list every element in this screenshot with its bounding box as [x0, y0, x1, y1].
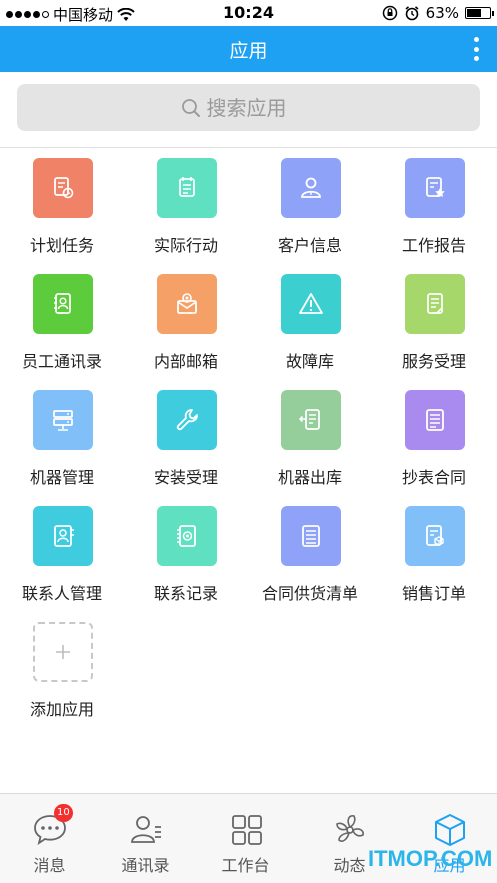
activity-icon [300, 812, 399, 848]
app-label: 故障库 [285, 352, 334, 371]
app-label: 内部邮箱 [153, 352, 218, 371]
app-label: 销售订单 [401, 584, 466, 603]
app-label: 安装受理 [153, 468, 218, 487]
search-input[interactable] [206, 95, 317, 120]
app-item-meter-contract[interactable]: 抄表合同 [372, 382, 496, 498]
meter-contract-icon [405, 390, 465, 450]
app-label: 机器出库 [277, 468, 342, 487]
battery-percent: 63% [425, 4, 459, 22]
app-item-work-report[interactable]: 工作报告 [372, 150, 496, 266]
rotation-lock-icon [382, 5, 397, 21]
app-label: 联系记录 [153, 584, 218, 603]
workbench-icon [196, 812, 295, 848]
search-section [0, 72, 497, 148]
app-label: 工作报告 [401, 236, 466, 255]
employee-contacts-icon [33, 274, 93, 334]
nav-item-message[interactable]: 10 消息 [0, 794, 99, 883]
contact-record-icon [157, 506, 217, 566]
app-item-fault-library[interactable]: 故障库 [248, 266, 372, 382]
watermark: ITMOP.COM [368, 846, 493, 871]
plan-task-icon [33, 158, 93, 218]
app-label: 联系人管理 [21, 584, 102, 603]
app-item-contract-supply[interactable]: 合同供货清单 [248, 498, 372, 614]
app-label: 抄表合同 [401, 468, 466, 487]
app-item-customer-info[interactable]: 客户信息 [248, 150, 372, 266]
app-label: 服务受理 [401, 352, 466, 371]
work-report-icon [405, 158, 465, 218]
install-acceptance-icon [157, 390, 217, 450]
nav-item-contacts[interactable]: 通讯录 [96, 794, 195, 883]
app-label: 计划任务 [29, 236, 94, 255]
contact-manage-icon [33, 506, 93, 566]
fault-library-icon [281, 274, 341, 334]
apps-cube-icon [400, 812, 497, 848]
page-title: 应用 [229, 40, 268, 62]
contract-supply-icon [281, 506, 341, 566]
nav-label: 消息 [33, 856, 66, 875]
service-acceptance-icon [405, 274, 465, 334]
alarm-icon [405, 6, 419, 21]
app-item-install-acceptance[interactable]: 安装受理 [124, 382, 248, 498]
app-item-sales-order[interactable]: 销售订单 [372, 498, 496, 614]
battery-fill [467, 9, 481, 17]
search-box[interactable] [17, 84, 480, 131]
app-label: 合同供货清单 [261, 584, 358, 603]
app-item-plan-task[interactable]: 计划任务 [0, 150, 124, 266]
actual-action-icon [157, 158, 217, 218]
message-icon [0, 812, 99, 848]
app-item-service-acceptance[interactable]: 服务受理 [372, 266, 496, 382]
sales-order-icon [405, 506, 465, 566]
app-item-machine-outbound[interactable]: 机器出库 [248, 382, 372, 498]
app-item-employee-contacts[interactable]: 员工通讯录 [0, 266, 124, 382]
internal-mail-icon [157, 274, 217, 334]
search-icon [181, 98, 200, 117]
app-label: 员工通讯录 [21, 352, 102, 371]
app-item-internal-mail[interactable]: 内部邮箱 [124, 266, 248, 382]
app-label: 实际行动 [153, 236, 218, 255]
contacts-icon [96, 812, 195, 848]
unread-badge: 10 [54, 804, 73, 822]
nav-label: 通讯录 [121, 856, 170, 875]
machine-outbound-icon [281, 390, 341, 450]
app-item-machine-manage[interactable]: 机器管理 [0, 382, 124, 498]
customer-info-icon [281, 158, 341, 218]
app-item-contact-manage[interactable]: 联系人管理 [0, 498, 124, 614]
app-label: 机器管理 [29, 468, 94, 487]
nav-item-workbench[interactable]: 工作台 [196, 794, 295, 883]
app-item-contact-record[interactable]: 联系记录 [124, 498, 248, 614]
status-bar: 中国移动 10:24 63% [0, 0, 497, 26]
status-right: 63% [382, 4, 494, 22]
app-item-add[interactable]: 添加应用 [0, 614, 124, 730]
more-options-icon[interactable] [473, 37, 479, 61]
app-header: 应用 [0, 26, 497, 72]
machine-manage-icon [33, 390, 93, 450]
add-icon [33, 622, 93, 682]
app-label: 添加应用 [29, 700, 94, 719]
app-item-actual-action[interactable]: 实际行动 [124, 150, 248, 266]
nav-label: 工作台 [221, 856, 270, 875]
battery-icon [465, 7, 494, 19]
app-label: 客户信息 [277, 236, 342, 255]
